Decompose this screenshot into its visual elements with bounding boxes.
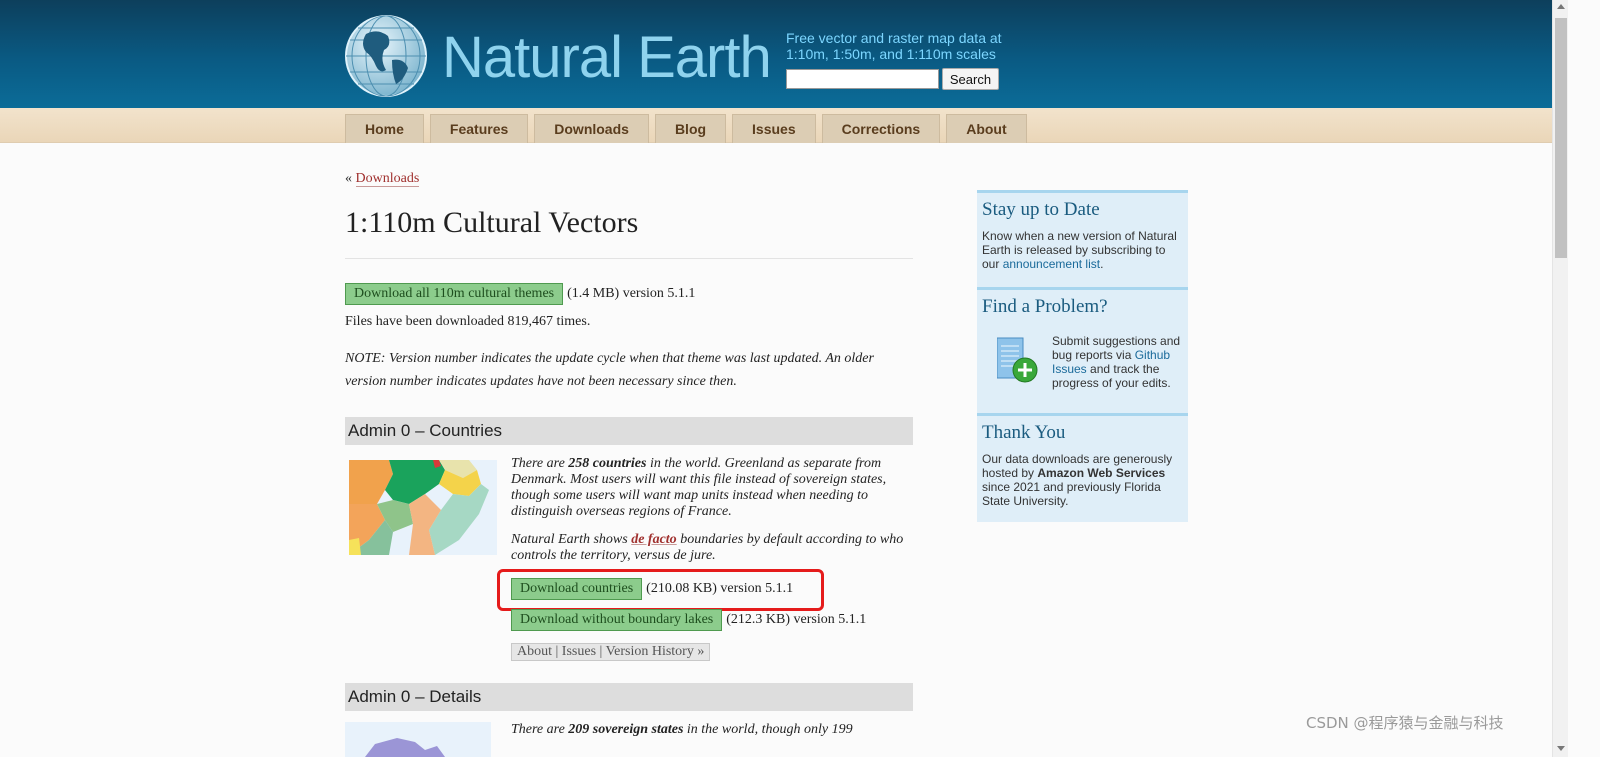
scrollbar-thumb[interactable] bbox=[1555, 18, 1567, 258]
download-without-boundary-lakes-meta: (212.3 KB) version 5.1.1 bbox=[726, 612, 867, 627]
search-input[interactable] bbox=[786, 69, 939, 89]
details-desc-text-2: in the world, though only 199 bbox=[683, 722, 853, 737]
section-title-countries: Admin 0 – Countries bbox=[345, 417, 913, 445]
sidebar-stay-up-to-date: Stay up to Date Know when a new version … bbox=[977, 190, 1188, 287]
globe-icon[interactable] bbox=[344, 14, 428, 98]
details-map-thumbnail[interactable] bbox=[345, 722, 491, 757]
nav-blog[interactable]: Blog bbox=[654, 114, 727, 143]
search-button[interactable]: Search bbox=[942, 68, 999, 90]
defacto-desc-text: Natural Earth shows bbox=[511, 532, 632, 547]
countries-count: 258 countries bbox=[568, 456, 647, 471]
download-all-row: Download all 110m cultural themes (1.4 M… bbox=[345, 283, 695, 305]
breadcrumb-downloads-link[interactable]: Downloads bbox=[355, 171, 420, 187]
sidebar-problem-text: Submit suggestions and bug reports via G… bbox=[1052, 334, 1182, 390]
vertical-scrollbar[interactable] bbox=[1552, 0, 1568, 757]
sovereign-count: 209 sovereign states bbox=[568, 722, 684, 737]
details-description: There are 209 sovereign states in the wo… bbox=[511, 722, 911, 738]
scroll-down-arrow-icon[interactable] bbox=[1557, 746, 1565, 751]
title-divider bbox=[345, 258, 913, 259]
sidebar-find-problem: Find a Problem? Submit suggestions and b… bbox=[977, 287, 1188, 413]
site-header: Natural Earth Free vector and raster map… bbox=[0, 0, 1552, 108]
add-document-icon bbox=[997, 337, 1038, 383]
nav-about[interactable]: About bbox=[946, 114, 1027, 143]
announcement-list-link[interactable]: announcement list bbox=[1003, 257, 1100, 271]
sidebar-thank-you: Thank You Our data downloads are generou… bbox=[977, 413, 1188, 522]
nav-features[interactable]: Features bbox=[429, 114, 529, 143]
sidebar-thanks-body-2: since 2021 and previously Florida State … bbox=[982, 480, 1161, 508]
version-note: NOTE: Version number indicates the updat… bbox=[345, 351, 874, 389]
nav-home[interactable]: Home bbox=[345, 114, 424, 143]
download-all-button[interactable]: Download all 110m cultural themes bbox=[345, 283, 564, 305]
sidebar-stay-title: Stay up to Date bbox=[982, 199, 1100, 220]
defacto-link[interactable]: de facto bbox=[631, 532, 676, 547]
download-all-meta: (1.4 MB) version 5.1.1 bbox=[567, 286, 696, 301]
details-desc-text: There are bbox=[511, 722, 569, 737]
sidebar-thanks-title: Thank You bbox=[982, 422, 1066, 443]
nav-issues[interactable]: Issues bbox=[732, 114, 816, 143]
site-tagline: Free vector and raster map data at 1:10m… bbox=[786, 30, 1002, 62]
main-nav: Home Features Downloads Blog Issues Corr… bbox=[0, 108, 1552, 143]
download-no-lakes-row: Download without boundary lakes (212.3 K… bbox=[511, 609, 866, 631]
sidebar-stay-text: Know when a new version of Natural Earth… bbox=[982, 229, 1183, 271]
nav-corrections[interactable]: Corrections bbox=[821, 114, 941, 143]
download-without-boundary-lakes-button[interactable]: Download without boundary lakes bbox=[511, 609, 723, 631]
scroll-up-arrow-icon[interactable] bbox=[1557, 4, 1565, 9]
right-gutter bbox=[1568, 0, 1600, 757]
sidebar-problem-title: Find a Problem? bbox=[982, 296, 1108, 317]
nav-downloads[interactable]: Downloads bbox=[534, 114, 649, 143]
countries-desc-text: There are bbox=[511, 456, 569, 471]
aws-name: Amazon Web Services bbox=[1037, 466, 1166, 480]
breadcrumb-prefix: « bbox=[345, 171, 352, 186]
watermark: CSDN @程序猿与金融与科技 bbox=[1306, 714, 1504, 732]
page-title: 1:110m Cultural Vectors bbox=[345, 206, 639, 239]
countries-description: There are 258 countries in the world. Gr… bbox=[511, 456, 911, 520]
countries-map-thumbnail[interactable] bbox=[349, 460, 497, 555]
breadcrumb: « Downloads bbox=[345, 171, 420, 187]
defacto-description: Natural Earth shows de facto boundaries … bbox=[511, 532, 911, 564]
sidebar-stay-period: . bbox=[1100, 257, 1104, 271]
site-logo-text[interactable]: Natural Earth bbox=[442, 24, 772, 91]
countries-links[interactable]: About | Issues | Version History » bbox=[511, 643, 711, 661]
section-title-details: Admin 0 – Details bbox=[345, 683, 913, 711]
highlight-box bbox=[497, 569, 824, 611]
sidebar-thanks-text: Our data downloads are generously hosted… bbox=[982, 452, 1183, 508]
downloads-count: Files have been downloaded 819,467 times… bbox=[345, 314, 591, 329]
